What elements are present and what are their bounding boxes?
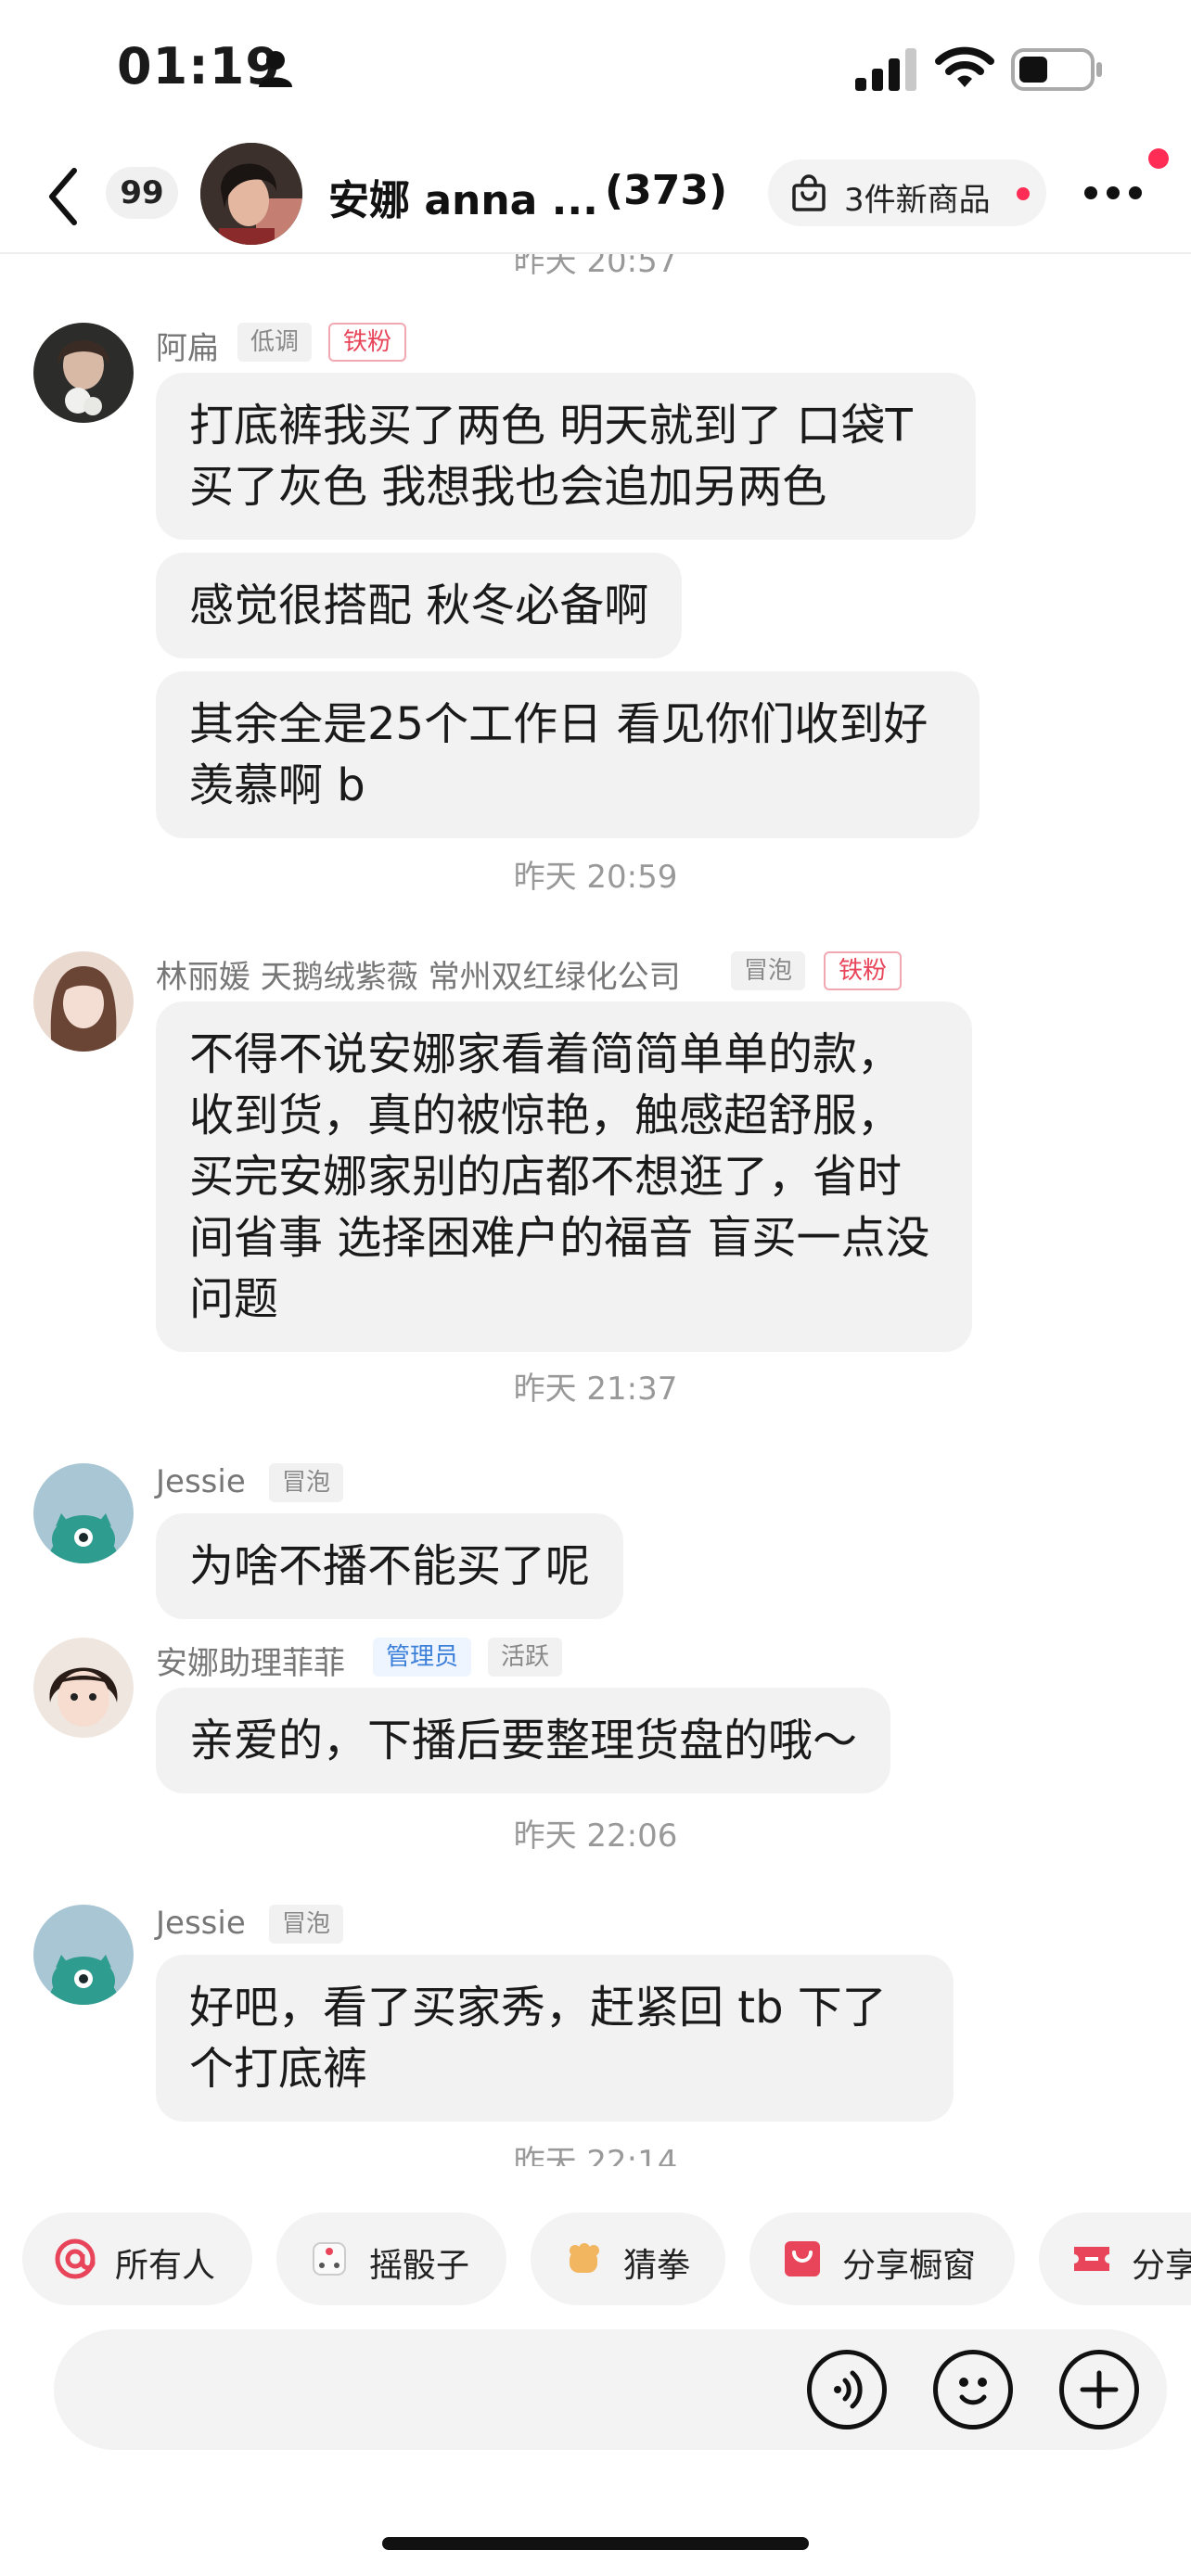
avatar[interactable] (33, 1905, 134, 2005)
avatar[interactable] (33, 1638, 134, 1738)
plus-button[interactable] (1059, 2350, 1139, 2429)
badge-tag: 冒泡 (269, 1463, 344, 1502)
quick-action-rps[interactable]: 猜拳 (531, 2213, 725, 2305)
badge-tag: 低调 (237, 323, 313, 362)
message-bubble[interactable]: 亲爱的，下播后要整理货盘的哦～ (156, 1688, 891, 1793)
message-bubble[interactable]: 感觉很搭配 秋冬必备啊 (156, 553, 683, 658)
quick-actions-bar[interactable]: 所有人 摇骰子 猜拳 分享橱窗 分享 (0, 2213, 1191, 2305)
group-avatar[interactable] (200, 143, 302, 245)
badge-tag: 冒泡 (269, 1905, 344, 1944)
badge-tag: 活跃 (488, 1638, 563, 1677)
quick-action-label: 摇骰子 (369, 2247, 470, 2285)
avatar[interactable] (33, 951, 134, 1052)
message-bubble[interactable]: 打底裤我买了两色 明天就到了 口袋T买了灰色 我想我也会追加另两色 (156, 373, 976, 540)
quick-action-label: 分享 (1132, 2247, 1191, 2285)
timestamp: 昨天 22:06 (513, 1817, 678, 1855)
home-indicator[interactable] (382, 2537, 809, 2550)
person-icon (259, 51, 292, 87)
signal-icon (855, 48, 916, 91)
message-input-bar (54, 2329, 1167, 2450)
avatar[interactable] (33, 323, 134, 423)
message-bubble[interactable]: 为啥不播不能买了呢 (156, 1513, 624, 1619)
voice-button[interactable] (807, 2350, 887, 2429)
wifi-icon (935, 46, 994, 87)
status-time: 01:19 (117, 37, 281, 96)
dice-icon (313, 2242, 346, 2276)
battery-icon (1011, 48, 1102, 91)
notification-dot (1148, 148, 1169, 169)
sender-name: Jessie (156, 1463, 246, 1500)
chat-messages[interactable]: 昨天 20:57 阿扁 低调 铁粉 打底裤我买了两色 明天就到了 口袋T买了灰色… (0, 254, 1191, 2166)
shop-bag-icon (785, 2241, 820, 2276)
quick-action-share-coupon[interactable]: 分享 (1039, 2213, 1191, 2305)
new-goods-label: 3件新商品 (844, 182, 991, 219)
at-icon (55, 2238, 96, 2279)
chevron-left-icon[interactable] (41, 161, 85, 232)
group-title[interactable]: 安娜 anna ... (328, 167, 598, 226)
sender-name: Jessie (156, 1905, 246, 1942)
voice-icon (834, 2370, 863, 2409)
quick-action-label: 分享橱窗 (842, 2247, 977, 2285)
member-count: (373) (605, 167, 728, 214)
status-bar: 01:19 (0, 0, 1191, 139)
badge-tag: 冒泡 (731, 951, 806, 990)
quick-action-dice[interactable]: 摇骰子 (276, 2213, 506, 2305)
ticket-icon (1074, 2247, 1109, 2271)
message-input[interactable] (91, 2357, 796, 2422)
avatar[interactable] (33, 1463, 134, 1563)
ellipsis-icon[interactable] (1082, 184, 1145, 202)
message-bubble[interactable]: 不得不说安娜家看着简简单单的款，收到货，真的被惊艳，触感超舒服，买完安娜家别的店… (156, 1001, 972, 1352)
chat-header: 99 安娜 anna ... (373) 3件新商品 (0, 139, 1191, 254)
timestamp: 昨天 22:14 (513, 2144, 678, 2166)
sender-name: 林丽媛 天鹅绒紫薇 常州双红绿化公司 (156, 959, 681, 996)
timestamp: 昨天 21:37 (513, 1371, 678, 1408)
timestamp: 昨天 20:57 (513, 254, 678, 280)
emoji-button[interactable] (933, 2350, 1013, 2429)
new-goods-button[interactable]: 3件新商品 (768, 159, 1046, 226)
quick-action-label: 猜拳 (623, 2247, 691, 2285)
emoji-icon (959, 2378, 987, 2405)
quick-action-label: 所有人 (115, 2247, 216, 2285)
message-bubble[interactable]: 好吧，看了买家秀，赶紧回 tb 下了个打底裤 (156, 1955, 954, 2122)
new-goods-dot (1017, 187, 1030, 200)
shopping-bag-icon (792, 174, 826, 211)
sender-name: 阿扁 (156, 330, 219, 367)
plus-icon (1080, 2370, 1119, 2409)
fist-icon (570, 2243, 599, 2273)
message-bubble[interactable]: 其余全是25个工作日 看见你们收到好羡慕啊 b (156, 671, 980, 838)
fan-badge-tag: 铁粉 (824, 951, 903, 990)
fan-badge-tag: 铁粉 (328, 323, 407, 362)
quick-action-share-shop[interactable]: 分享橱窗 (749, 2213, 1015, 2305)
sender-name: 安娜助理菲菲 (156, 1645, 345, 1682)
unread-count-badge[interactable]: 99 (106, 167, 178, 219)
admin-badge-tag: 管理员 (373, 1638, 472, 1677)
timestamp: 昨天 20:59 (513, 859, 678, 896)
quick-action-mention-all[interactable]: 所有人 (22, 2213, 252, 2305)
